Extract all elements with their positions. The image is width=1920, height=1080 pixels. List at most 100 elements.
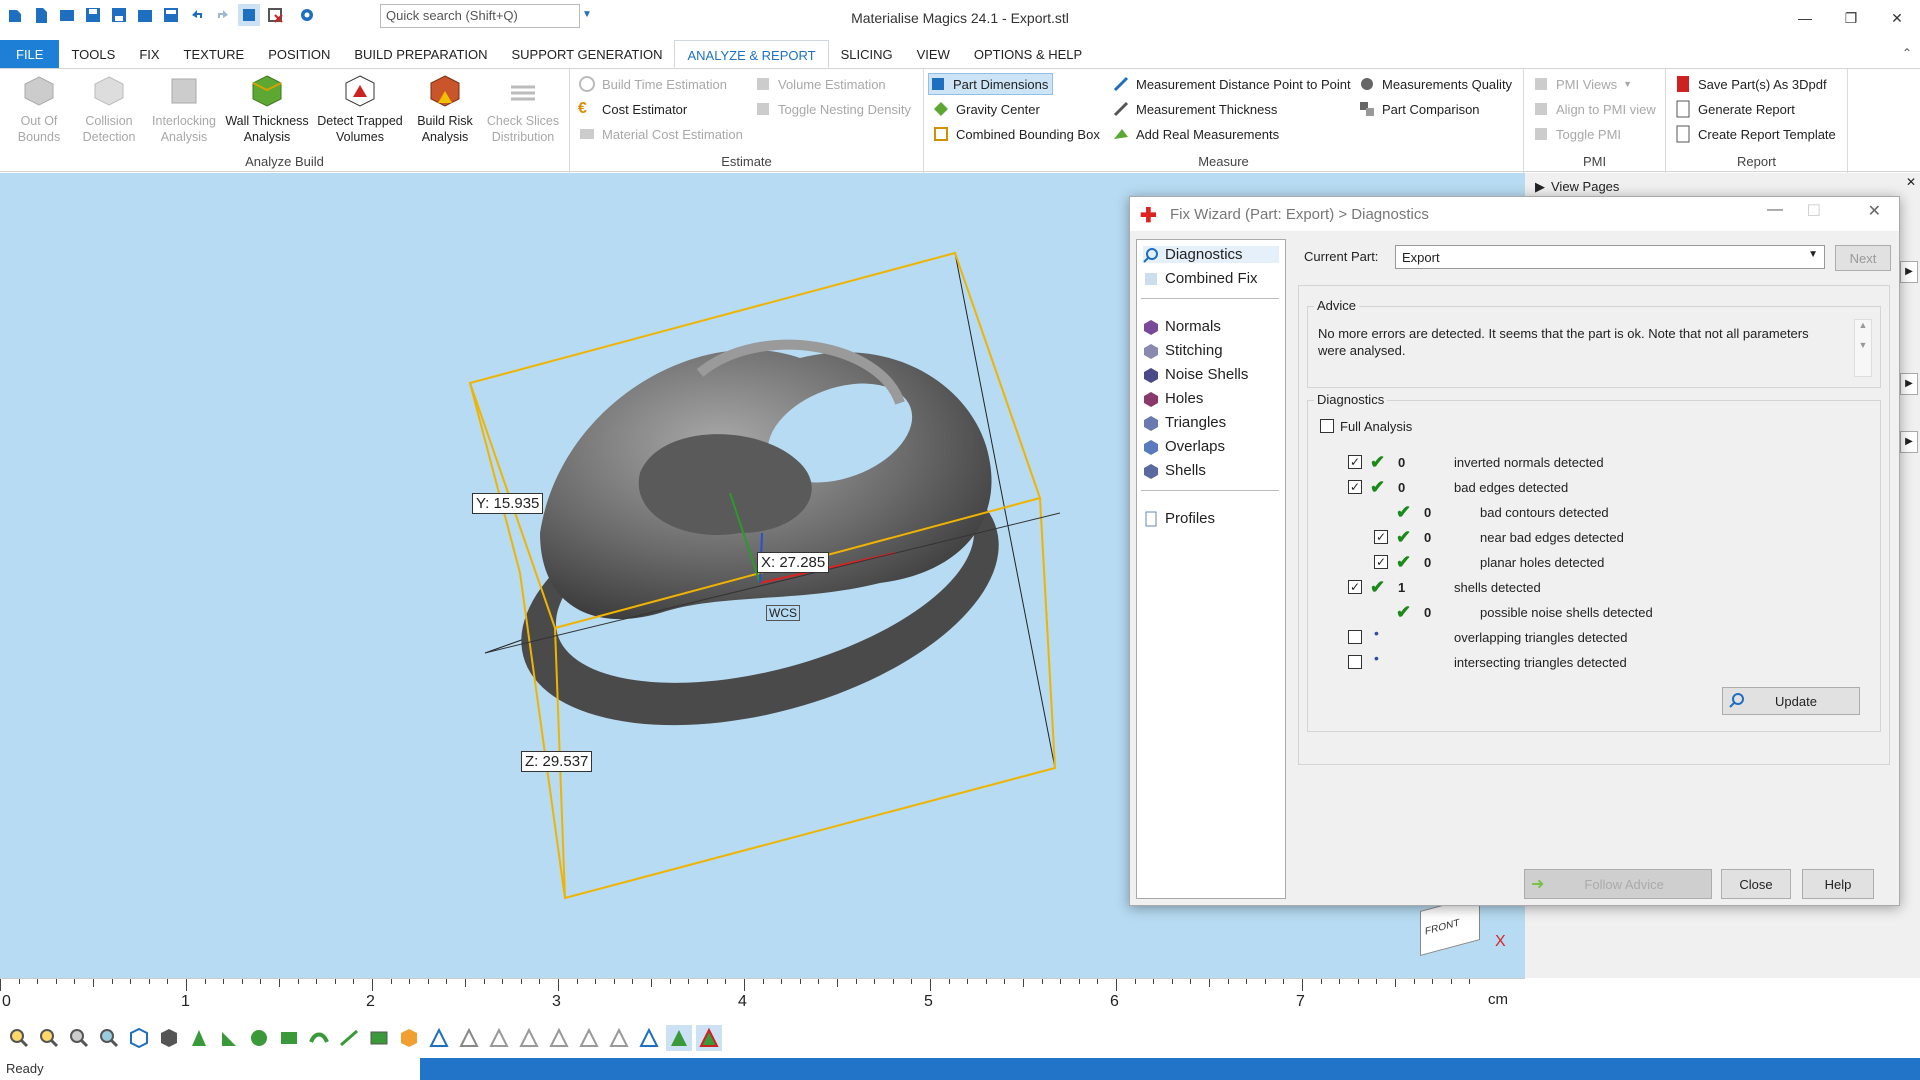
combined-bounding-box-button[interactable]: Combined Bounding Box — [932, 123, 1100, 145]
view-cube-icon[interactable] — [126, 1025, 152, 1051]
build-time-estimation-button[interactable]: Build Time Estimation — [578, 73, 727, 95]
menu-fix[interactable]: FIX — [127, 40, 171, 68]
collapse-ribbon-icon[interactable]: ⌃ — [1902, 46, 1912, 60]
panel-collapse-1-icon[interactable]: ▶ — [1900, 261, 1918, 283]
cost-estimator-button[interactable]: € Cost Estimator — [578, 98, 687, 120]
nav-diagnostics[interactable]: Diagnostics — [1143, 246, 1279, 263]
nav-triangles[interactable]: Triangles — [1143, 414, 1226, 431]
menu-support-generation[interactable]: SUPPORT GENERATION — [500, 40, 675, 68]
menu-view[interactable]: VIEW — [905, 40, 962, 68]
panel-close-icon[interactable]: ✕ — [1906, 175, 1916, 189]
triangle-mark-6-icon[interactable] — [636, 1025, 662, 1051]
menu-texture[interactable]: TEXTURE — [172, 40, 257, 68]
interlocking-analysis-button[interactable]: Interlocking Analysis — [146, 73, 222, 145]
nav-holes-label: Holes — [1165, 390, 1204, 407]
planar-holes-checkbox[interactable]: ✓ — [1374, 555, 1388, 569]
gravity-center-button[interactable]: Gravity Center — [932, 98, 1040, 120]
wireframe-icon[interactable] — [426, 1025, 452, 1051]
measurements-quality-button[interactable]: Measurements Quality — [1358, 73, 1512, 95]
restore-icon[interactable]: ❐ — [1828, 0, 1874, 36]
select-triangle-icon[interactable] — [186, 1025, 212, 1051]
check-slices-distribution-button[interactable]: Check Slices Distribution — [482, 73, 564, 145]
menu-tools[interactable]: TOOLS — [59, 40, 127, 68]
part-dimensions-button[interactable]: Part Dimensions — [928, 73, 1054, 95]
panel-collapse-2-icon[interactable]: ▶ — [1900, 373, 1918, 395]
nav-profiles[interactable]: Profiles — [1143, 510, 1215, 527]
triangle-mark-5-icon[interactable] — [606, 1025, 632, 1051]
dialog-maximize-icon[interactable]: ☐ — [1807, 201, 1821, 221]
zoom-window-icon[interactable] — [36, 1025, 62, 1051]
nav-noise-shells[interactable]: Noise Shells — [1143, 366, 1248, 383]
triangle-mark-4-icon[interactable] — [576, 1025, 602, 1051]
part-comparison-button[interactable]: Part Comparison — [1358, 98, 1480, 120]
generate-report-button[interactable]: Generate Report — [1674, 98, 1795, 120]
menu-position[interactable]: POSITION — [256, 40, 342, 68]
overlapping-triangles-checkbox[interactable] — [1348, 630, 1362, 644]
nav-holes[interactable]: Holes — [1143, 390, 1203, 407]
measurement-distance-button[interactable]: Measurement Distance Point to Point — [1112, 73, 1351, 95]
create-report-template-button[interactable]: Create Report Template — [1674, 123, 1836, 145]
triangle-mark-3-icon[interactable] — [546, 1025, 572, 1051]
select-band-icon[interactable] — [306, 1025, 332, 1051]
pmi-views-button[interactable]: PMI Views ▼ — [1532, 73, 1632, 95]
detect-trapped-volumes-button[interactable]: Detect Trapped Volumes — [312, 73, 408, 145]
mark-active-icon[interactable] — [666, 1025, 692, 1051]
material-cost-estimation-button[interactable]: Material Cost Estimation — [578, 123, 743, 145]
measurement-thickness-button[interactable]: Measurement Thickness — [1112, 98, 1277, 120]
minimize-icon[interactable]: — — [1782, 0, 1828, 36]
inverted-normals-checkbox[interactable]: ✓ — [1348, 455, 1362, 469]
nav-stitching[interactable]: Stitching — [1143, 342, 1223, 359]
select-region-icon[interactable] — [366, 1025, 392, 1051]
select-curve-icon[interactable] — [336, 1025, 362, 1051]
select-surface-icon[interactable] — [216, 1025, 242, 1051]
follow-advice-button[interactable]: ➜ Follow Advice — [1524, 869, 1712, 899]
select-plane-icon[interactable] — [276, 1025, 302, 1051]
current-part-select[interactable]: Export ▼ — [1395, 245, 1825, 269]
build-risk-analysis-button[interactable]: Build Risk Analysis — [410, 73, 480, 145]
align-to-pmi-view-button[interactable]: Align to PMI view — [1532, 98, 1656, 120]
nav-shells[interactable]: Shells — [1143, 462, 1206, 479]
menu-options-help[interactable]: OPTIONS & HELP — [962, 40, 1094, 68]
toggle-pmi-button[interactable]: Toggle PMI — [1532, 123, 1621, 145]
nav-combined-fix[interactable]: Combined Fix — [1143, 270, 1258, 287]
zoom-icon[interactable] — [6, 1025, 32, 1051]
wall-thickness-analysis-button[interactable]: Wall Thickness Analysis — [224, 73, 310, 145]
full-analysis-checkbox[interactable] — [1320, 419, 1334, 433]
bad-edges-checkbox[interactable]: ✓ — [1348, 480, 1362, 494]
zoom-part-icon[interactable] — [96, 1025, 122, 1051]
advice-scrollbar[interactable]: ▲ ▼ — [1854, 319, 1872, 377]
add-real-measurements-button[interactable]: Add Real Measurements — [1112, 123, 1279, 145]
close-button[interactable]: Close — [1721, 869, 1791, 899]
select-shell-icon[interactable] — [246, 1025, 272, 1051]
triangle-view-icon[interactable] — [456, 1025, 482, 1051]
nav-overlaps[interactable]: Overlaps — [1143, 438, 1225, 455]
out-of-bounds-button[interactable]: Out Of Bounds — [6, 73, 72, 145]
panel-collapse-3-icon[interactable]: ▶ — [1900, 431, 1918, 453]
nav-normals[interactable]: Normals — [1143, 318, 1221, 335]
part-color-icon[interactable] — [396, 1025, 422, 1051]
view-pages-header[interactable]: ▶ View Pages — [1535, 179, 1619, 195]
help-button[interactable]: Help — [1802, 869, 1874, 899]
close-window-icon[interactable]: ✕ — [1874, 0, 1920, 36]
toggle-nesting-density-button[interactable]: Toggle Nesting Density — [754, 98, 911, 120]
dialog-minimize-icon[interactable]: — — [1767, 201, 1783, 219]
mark-color-icon[interactable] — [696, 1025, 722, 1051]
triangle-mark-1-icon[interactable] — [486, 1025, 512, 1051]
dialog-close-icon[interactable]: ✕ — [1868, 201, 1881, 221]
triangle-mark-2-icon[interactable] — [516, 1025, 542, 1051]
zoom-all-icon[interactable] — [66, 1025, 92, 1051]
menu-slicing[interactable]: SLICING — [829, 40, 905, 68]
next-button[interactable]: Next — [1835, 245, 1891, 271]
menu-build-preparation[interactable]: BUILD PREPARATION — [342, 40, 499, 68]
volume-estimation-button[interactable]: Volume Estimation — [754, 73, 886, 95]
save-3dpdf-button[interactable]: Save Part(s) As 3Dpdf — [1674, 73, 1827, 95]
intersecting-triangles-checkbox[interactable] — [1348, 655, 1362, 669]
near-bad-edges-checkbox[interactable]: ✓ — [1374, 530, 1388, 544]
collision-detection-button[interactable]: Collision Detection — [74, 73, 144, 145]
menu-analyze-report[interactable]: ANALYZE & REPORT — [674, 40, 829, 68]
shaded-view-icon[interactable] — [156, 1025, 182, 1051]
shells-checkbox[interactable]: ✓ — [1348, 580, 1362, 594]
menu-file[interactable]: FILE — [0, 40, 60, 68]
detect-trapped-volumes-label-2: Volumes — [336, 130, 384, 144]
update-button[interactable]: Update — [1722, 687, 1860, 715]
